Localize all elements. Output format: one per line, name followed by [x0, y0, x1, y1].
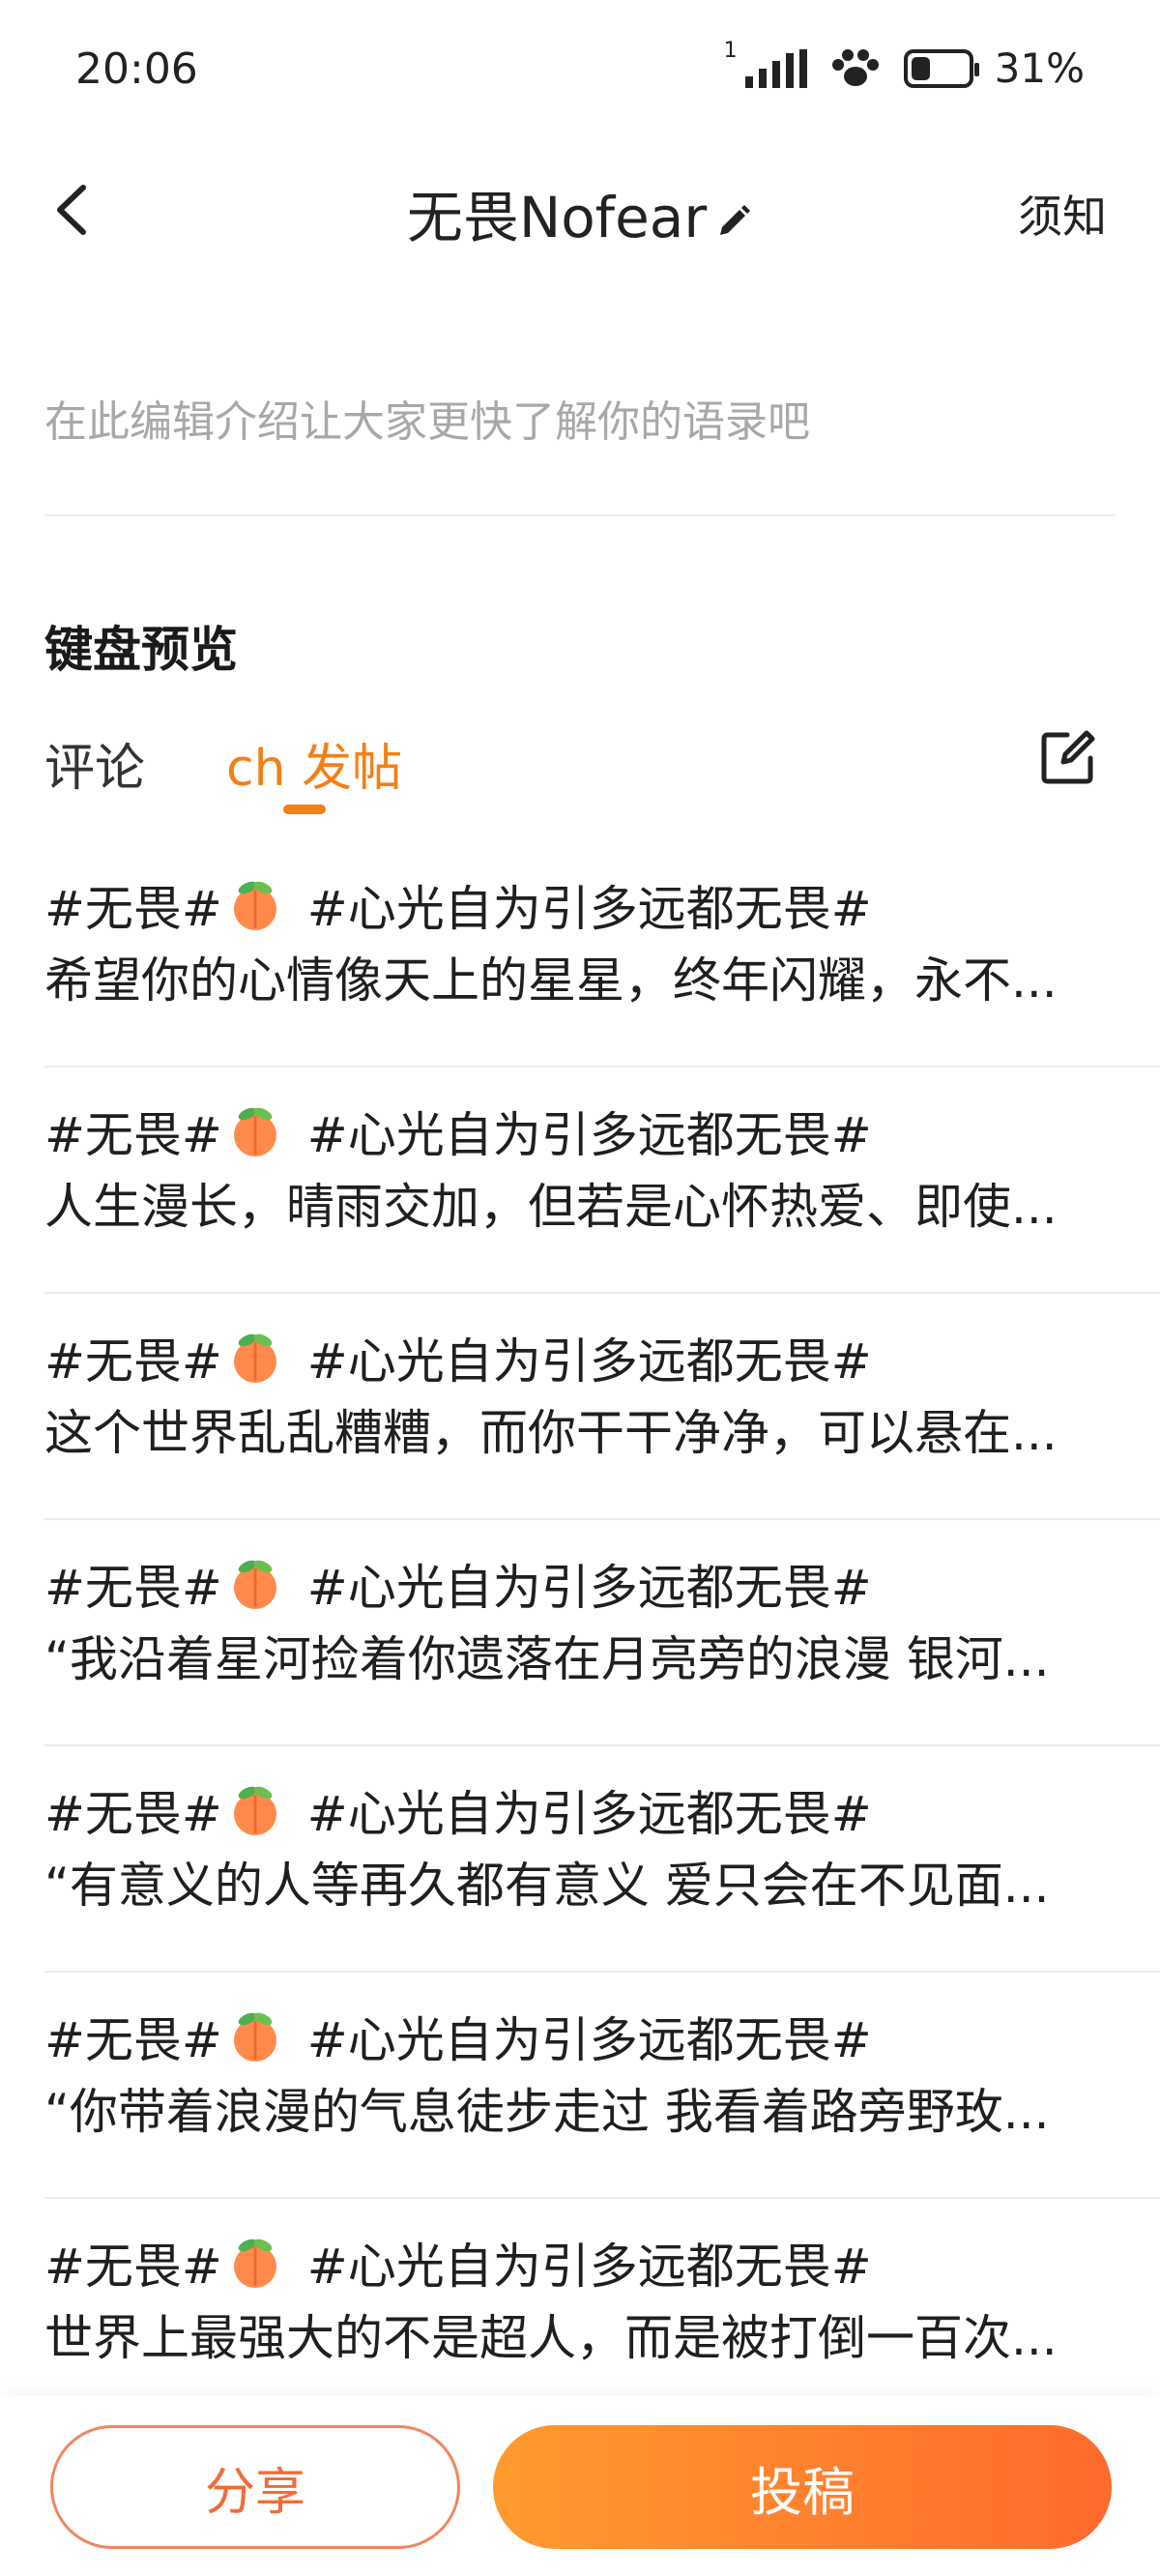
status-time: 20:06: [75, 44, 198, 94]
post-tags: #无畏# #心光自为引多远都无畏#: [44, 1775, 872, 1845]
post-topic: #心光自为引多远都无畏#: [306, 2012, 872, 2068]
tab-indicator: [283, 805, 326, 814]
post-tag: #无畏#: [44, 1333, 222, 1390]
peach-emoji: [233, 2239, 276, 2288]
post-tag: #无畏#: [44, 1786, 222, 1842]
peach-emoji: [233, 1786, 276, 1835]
submit-button[interactable]: 投稿: [493, 2425, 1112, 2549]
section-title: 键盘预览: [44, 622, 238, 678]
post-tag: #无畏#: [44, 1107, 222, 1163]
intro-placeholder[interactable]: 在此编辑介绍让大家更快了解你的语录吧: [44, 387, 810, 449]
post-topic: #心光自为引多远都无畏#: [306, 881, 872, 937]
notice-button[interactable]: 须知: [1018, 182, 1107, 246]
post-tag: #无畏#: [44, 2012, 222, 2068]
post-topic: #心光自为引多远都无畏#: [306, 1560, 872, 1616]
post-topic: #心光自为引多远都无畏#: [306, 1786, 872, 1842]
post-tag: #无畏#: [44, 2239, 222, 2295]
post-list: #无畏# #心光自为引多远都无畏# 希望你的心情像天上的星星，终年闪耀，永不..…: [0, 841, 1160, 2425]
post-topic: #心光自为引多远都无畏#: [306, 1333, 872, 1390]
battery-percent: 31%: [994, 44, 1085, 92]
post-item[interactable]: #无畏# #心光自为引多远都无畏# “有意义的人等再久都有意义 爱只会在不见面.…: [0, 1746, 1160, 1973]
tab-comment[interactable]: 评论: [44, 727, 145, 800]
divider: [44, 514, 1116, 516]
post-tags: #无畏# #心光自为引多远都无畏#: [44, 870, 872, 940]
signal-icon: [744, 48, 807, 88]
post-text: “你带着浪漫的气息徒步走过 我看着路旁野玫...: [44, 2084, 1050, 2140]
status-bar: 20:06 1 31%: [0, 0, 1160, 145]
post-item[interactable]: #无畏# #心光自为引多远都无畏# 世界上最强大的不是超人，而是被打倒一百次..…: [0, 2199, 1160, 2425]
avatar[interactable]: [58, 222, 184, 319]
post-text: 世界上最强大的不是超人，而是被打倒一百次...: [44, 2310, 1058, 2366]
paw-icon: [831, 48, 879, 86]
post-item[interactable]: #无畏# #心光自为引多远都无畏# 希望你的心情像天上的星星，终年闪耀，永不..…: [0, 841, 1160, 1068]
sim-indicator: 1: [723, 39, 738, 63]
post-item[interactable]: #无畏# #心光自为引多远都无畏# 人生漫长，晴雨交加，但若是心怀热爱、即使..…: [0, 1068, 1160, 1294]
post-text: “我沿着星河捡着你遗落在月亮旁的浪漫 银河...: [44, 1631, 1050, 1687]
battery-fill: [911, 56, 931, 80]
post-tags: #无畏# #心光自为引多远都无畏#: [44, 1323, 872, 1392]
post-item[interactable]: #无畏# #心光自为引多远都无畏# “你带着浪漫的气息徒步走过 我看着路旁野玫.…: [0, 1973, 1160, 2199]
peach-emoji: [233, 1107, 276, 1156]
post-tag: #无畏#: [44, 881, 222, 937]
battery-icon: [903, 48, 979, 88]
post-text: 人生漫长，晴雨交加，但若是心怀热爱、即使...: [44, 1179, 1058, 1235]
post-item[interactable]: #无畏# #心光自为引多远都无畏# 这个世界乱乱糟糟，而你干干净净，可以悬在..…: [0, 1294, 1160, 1520]
peach-emoji: [233, 881, 276, 930]
page-title-text: 无畏Nofear: [406, 185, 708, 250]
post-topic: #心光自为引多远都无畏#: [306, 1107, 872, 1163]
tab-post[interactable]: ch 发帖: [226, 727, 402, 800]
post-item[interactable]: #无畏# #心光自为引多远都无畏# “我沿着星河捡着你遗落在月亮旁的浪漫 银河.…: [0, 1520, 1160, 1746]
post-text: 这个世界乱乱糟糟，而你干干净净，可以悬在...: [44, 1405, 1058, 1461]
compose-icon[interactable]: [1038, 727, 1098, 787]
post-tags: #无畏# #心光自为引多远都无畏#: [44, 2002, 872, 2071]
share-button[interactable]: 分享: [50, 2425, 460, 2549]
peach-emoji: [233, 1560, 276, 1609]
post-text: 希望你的心情像天上的星星，终年闪耀，永不...: [44, 952, 1058, 1009]
post-topic: #心光自为引多远都无畏#: [306, 2239, 872, 2295]
post-tags: #无畏# #心光自为引多远都无畏#: [44, 2228, 872, 2298]
post-tag: #无畏#: [44, 1560, 222, 1616]
post-tags: #无畏# #心光自为引多远都无畏#: [44, 1549, 872, 1619]
status-icons: 1 31%: [724, 39, 1085, 92]
pencil-icon[interactable]: [714, 202, 753, 241]
post-text: “有意义的人等再久都有意义 爱只会在不见面...: [44, 1858, 1050, 1914]
bottom-bar: 分享 投稿: [0, 2396, 1160, 2576]
peach-emoji: [233, 1333, 276, 1383]
peach-emoji: [233, 2012, 276, 2062]
post-tags: #无畏# #心光自为引多远都无畏#: [44, 1097, 872, 1166]
